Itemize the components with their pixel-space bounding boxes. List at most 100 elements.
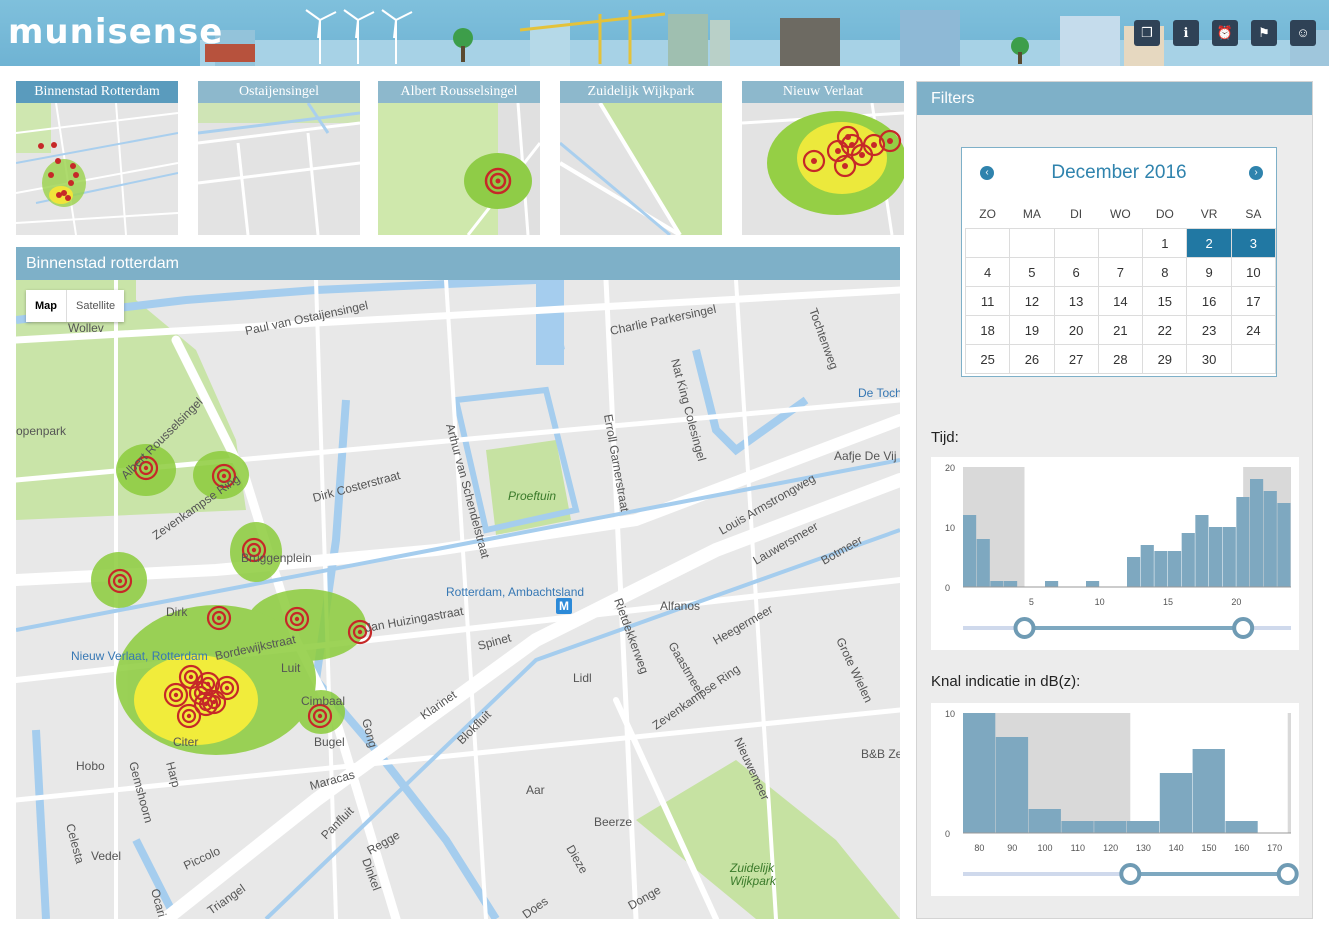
histogram-bar (1168, 551, 1182, 587)
calendar-day[interactable]: 29 (1142, 344, 1188, 374)
map-label: Bugel (314, 735, 345, 749)
map-label: Aar (526, 783, 545, 797)
thumbnail-ostaijensingel[interactable]: Ostaijensingel (198, 81, 360, 235)
range-slider-max-handle[interactable] (1276, 863, 1299, 885)
calendar-day[interactable]: 5 (1009, 257, 1055, 287)
map-label: Vedel (91, 849, 121, 863)
cube-icon: ❒ (1141, 25, 1153, 40)
language-button[interactable]: ⚑ (1251, 20, 1277, 46)
calendar-day[interactable]: 24 (1230, 315, 1277, 345)
map-label: Aafje De Vij (834, 449, 896, 463)
calendar-day[interactable]: 28 (1097, 344, 1144, 374)
calendar-day[interactable]: 17 (1230, 286, 1277, 316)
histogram-bar (1181, 533, 1195, 587)
map-type-satellite-button[interactable]: Satellite (66, 290, 124, 322)
calendar-day[interactable]: 6 (1053, 257, 1099, 287)
info-icon: ℹ (1183, 25, 1189, 40)
histogram-bar (1094, 821, 1127, 833)
alarm-icon: ⏰ (1216, 25, 1234, 40)
thumbnail-map (742, 103, 904, 235)
histogram-bar (1086, 581, 1100, 587)
calendar-day[interactable]: 23 (1186, 315, 1232, 345)
calendar-week-row: 18 19 20 21 22 23 24 (964, 315, 1277, 345)
weekday-header: MA (1022, 207, 1041, 221)
thumbnail-albert-rousselsingel[interactable]: Albert Rousselsingel (378, 81, 540, 235)
calendar-day[interactable]: 10 (1230, 257, 1277, 287)
calendar-empty-cell (1053, 228, 1099, 258)
tijd-histogram: 0 10 20 5 10 15 20 (931, 457, 1299, 650)
calendar-day[interactable]: 27 (1053, 344, 1099, 374)
calendar-day[interactable]: 4 (964, 257, 1011, 287)
calendar-day[interactable]: 16 (1186, 286, 1232, 316)
info-button[interactable]: ℹ (1173, 20, 1199, 46)
alarm-button[interactable]: ⏰ (1212, 20, 1238, 46)
range-slider-max-handle[interactable] (1232, 617, 1255, 639)
map-label: Luit (281, 661, 301, 675)
map-type-map-button[interactable]: Map (26, 290, 66, 322)
x-tick-label: 160 (1234, 843, 1249, 853)
map-label: Zuidelijk (729, 861, 775, 875)
calendar-empty-cell (1009, 228, 1055, 258)
calendar-day[interactable]: 26 (1009, 344, 1055, 374)
thumbnail-label: Nieuw Verlaat (742, 81, 904, 103)
histogram-bar (1192, 749, 1225, 833)
calendar-next-button[interactable]: › (1249, 166, 1263, 180)
calendar-week-row: 123 (964, 228, 1277, 258)
map-canvas[interactable]: Paul van Ostaijensingel Charlie Parkersin… (16, 280, 900, 919)
calendar-empty-cell (964, 228, 1011, 258)
x-tick-label: 150 (1201, 843, 1216, 853)
calendar-day[interactable]: 14 (1097, 286, 1144, 316)
histogram-bar (1028, 809, 1061, 833)
calendar-day[interactable]: 15 (1142, 286, 1188, 316)
calendar-day[interactable]: 3 (1230, 228, 1277, 258)
calendar-day[interactable]: 13 (1053, 286, 1099, 316)
calendar-day[interactable]: 1 (1142, 228, 1188, 258)
munisense-logo: munisense (8, 12, 224, 52)
map-label: openpark (16, 424, 67, 438)
histogram-bar (1127, 821, 1160, 833)
x-tick-label: 130 (1136, 843, 1151, 853)
map-label: Dirk (166, 605, 188, 619)
y-tick-label: 0 (945, 583, 950, 593)
calendar-month: December 2016 (1051, 162, 1187, 183)
excluded-range-right (1287, 713, 1291, 833)
thumbnail-zuidelijk-wijkpark[interactable]: Zuidelijk Wijkpark (560, 81, 722, 235)
thumbnail-label: Albert Rousselsingel (378, 81, 540, 103)
range-slider-min-handle[interactable] (1119, 863, 1142, 885)
range-slider-min-handle[interactable] (1013, 617, 1036, 639)
calendar-day[interactable]: 19 (1009, 315, 1055, 345)
cube-button[interactable]: ❒ (1134, 20, 1160, 46)
y-tick-label: 10 (945, 709, 955, 719)
histogram-bar (1263, 491, 1277, 587)
thumbnail-map (560, 103, 722, 235)
knal-label: Knal indicatie in dB(z): (931, 673, 1081, 690)
calendar-week-row: 4 5 6 7 8 9 10 (964, 257, 1277, 287)
calendar-day[interactable]: 7 (1097, 257, 1144, 287)
calendar-day[interactable]: 18 (964, 315, 1011, 345)
thumbnail-map (16, 103, 178, 235)
tijd-label: Tijd: (931, 429, 959, 446)
calendar-day[interactable]: 21 (1097, 315, 1144, 345)
calendar-day[interactable]: 30 (1186, 344, 1232, 374)
histogram-bar (1277, 503, 1291, 587)
calendar-day[interactable]: 2 (1186, 228, 1232, 258)
calendar-day[interactable]: 22 (1142, 315, 1188, 345)
user-button[interactable]: ☺ (1290, 20, 1316, 46)
calendar-grid: ZO MA DI WO DO VR SA 1 2 3 4 5 6 7 8 9 10 11 12 13 14 15 16 17… (964, 200, 1277, 374)
map-label: Proeftuin (508, 489, 556, 503)
calendar-day[interactable]: 8 (1142, 257, 1188, 287)
thumbnail-binnenstad-rotterdam[interactable]: Binnenstad Rotterdam (16, 81, 178, 235)
calendar-day[interactable]: 20 (1053, 315, 1099, 345)
knal-histogram-chart: 0 10 80 90 100 110 120 130 140 150 160 170 (945, 709, 1299, 885)
map-label: M (559, 599, 569, 613)
calendar-day[interactable]: 11 (964, 286, 1011, 316)
map-label: Hobo (76, 759, 105, 773)
calendar-day[interactable]: 9 (1186, 257, 1232, 287)
map-label: B&B Ze (861, 747, 900, 761)
x-tick-label: 110 (1071, 843, 1085, 853)
calendar-day[interactable]: 12 (1009, 286, 1055, 316)
calendar-day[interactable]: 25 (964, 344, 1011, 374)
map-label: Bruggenplein (241, 551, 312, 565)
thumbnail-nieuw-verlaat[interactable]: Nieuw Verlaat (742, 81, 904, 235)
weekday-header: DI (1070, 207, 1083, 221)
